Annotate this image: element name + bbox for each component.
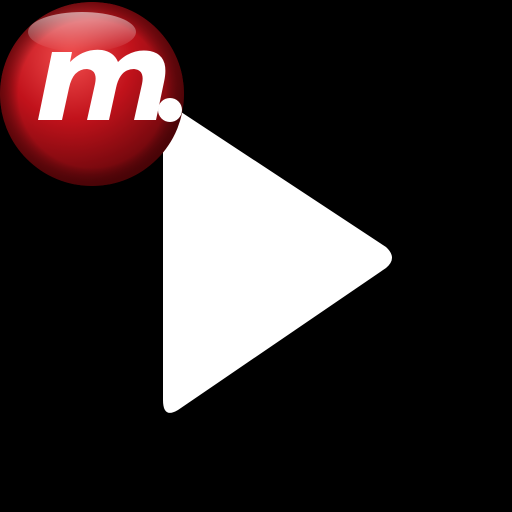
logo-dot bbox=[158, 98, 182, 122]
app-icon: m. bbox=[0, 0, 512, 512]
m-logo-icon bbox=[0, 2, 184, 186]
logo-letter-m bbox=[38, 49, 166, 120]
